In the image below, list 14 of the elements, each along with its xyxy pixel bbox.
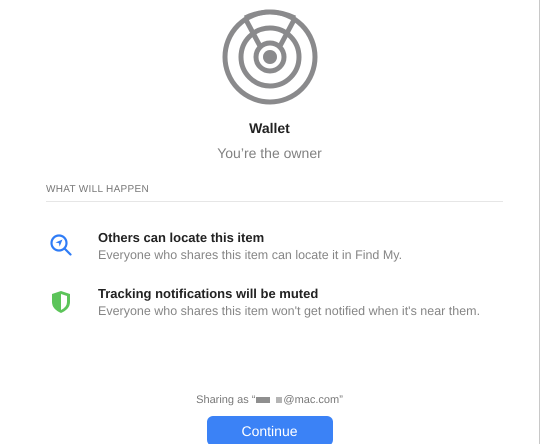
- sharing-email: @mac.com”: [283, 394, 343, 406]
- effect-title: Others can locate this item: [98, 230, 266, 245]
- shield-icon: [50, 290, 72, 314]
- section-header: WHAT WILL HAPPEN: [46, 184, 149, 195]
- effect-description: Everyone who shares this item can locate it in Find My.: [98, 247, 404, 264]
- item-icon: [220, 8, 318, 106]
- effect-title: Tracking notifications will be muted: [98, 286, 320, 301]
- location-search-icon: [50, 234, 72, 256]
- redacted-email: [256, 396, 282, 404]
- continue-button[interactable]: Continue: [206, 416, 332, 444]
- item-subtitle: You’re the owner: [217, 145, 322, 161]
- sharing-label: Sharing as “: [196, 394, 256, 406]
- effect-description: Everyone who shares this item won't get notified when it's near them.: [98, 303, 482, 320]
- item-title: Wallet: [249, 120, 290, 136]
